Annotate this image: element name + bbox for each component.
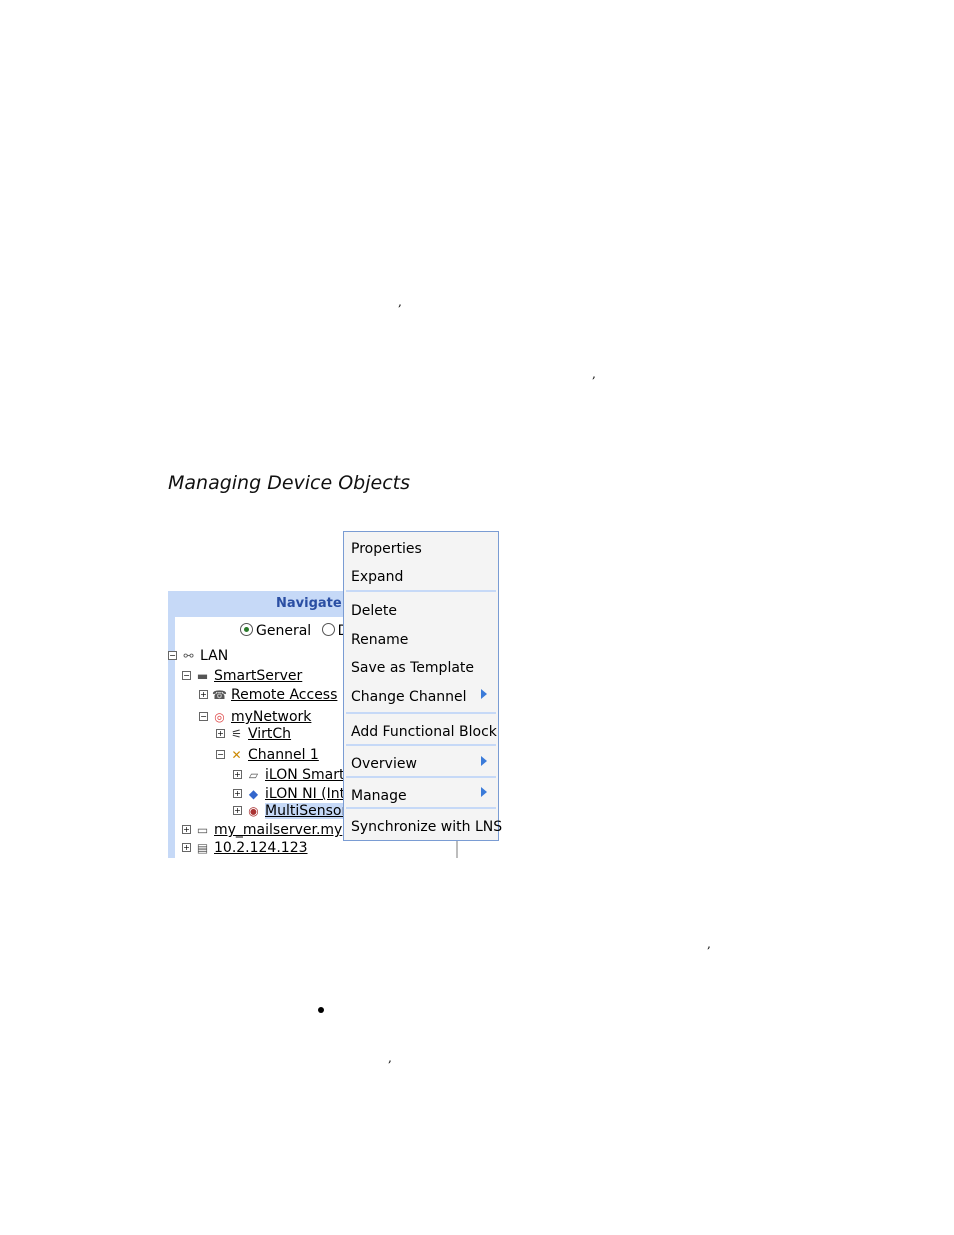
tree-node-label[interactable]: Channel 1	[248, 747, 319, 763]
tree-node-smartserver[interactable]: − ▬ SmartServer	[182, 668, 302, 684]
submenu-arrow-icon	[481, 689, 487, 699]
menu-item-rename[interactable]: Rename	[351, 632, 408, 648]
expand-toggle-icon[interactable]: +	[216, 729, 225, 738]
network-interface-icon: ◆	[248, 787, 259, 801]
radio-general-label[interactable]: General	[256, 623, 311, 639]
radio-general[interactable]	[240, 623, 253, 636]
tree-node-mailserver[interactable]: + ▭ my_mailserver.my	[182, 822, 342, 838]
menu-item-manage[interactable]: Manage	[351, 788, 407, 804]
expand-toggle-icon[interactable]: +	[182, 843, 191, 852]
menu-item-save-as-template[interactable]: Save as Template	[351, 660, 474, 676]
channel-icon: ✕	[231, 748, 242, 762]
computer-icon: ▭	[196, 823, 209, 837]
submenu-arrow-icon	[481, 787, 487, 797]
tree-node-label[interactable]: Remote Access	[231, 687, 337, 703]
tree-node-ilon-smart[interactable]: + ▱ iLON Smart	[233, 767, 344, 783]
tree-node-lan[interactable]: − ⚯ LAN	[168, 648, 228, 664]
tree-node-ilon-ni[interactable]: + ◆ iLON NI (Int	[233, 786, 345, 802]
tree-node-label[interactable]: my_mailserver.my	[214, 822, 342, 838]
tree-node-multisensor[interactable]: + ◉ MultiSensor	[233, 803, 348, 819]
comma-mark: ,	[592, 367, 596, 381]
comma-mark: ,	[388, 1051, 392, 1065]
ilon-device-icon: ▱	[248, 768, 259, 782]
tree-node-ip-address[interactable]: + ▤ 10.2.124.123	[182, 840, 308, 856]
collapse-toggle-icon[interactable]: −	[199, 712, 208, 721]
lan-icon: ⚯	[183, 649, 194, 663]
bullet-point	[318, 1007, 324, 1013]
tree-node-label[interactable]: iLON NI (Int	[265, 786, 345, 802]
server-icon: ▤	[196, 841, 209, 855]
virtual-channel-icon: ⚟	[231, 727, 242, 741]
tree-node-label[interactable]: SmartServer	[214, 668, 302, 684]
menu-separator	[346, 776, 496, 778]
tree-node-label-selected[interactable]: MultiSensor	[265, 803, 348, 819]
menu-separator	[346, 590, 496, 592]
view-mode-radios: General D	[240, 623, 348, 639]
tree-node-label[interactable]: VirtCh	[248, 726, 291, 742]
tree-node-remote-access[interactable]: + ☎ Remote Access	[199, 687, 337, 703]
server-icon: ▬	[196, 669, 209, 683]
context-menu: Properties Expand Delete Rename Save as …	[343, 531, 502, 841]
submenu-arrow-icon	[481, 756, 487, 766]
comma-mark: ,	[398, 295, 402, 309]
expand-toggle-icon[interactable]: +	[233, 770, 242, 779]
tree-node-label[interactable]: iLON Smart	[265, 767, 344, 783]
radio-other[interactable]	[321, 623, 335, 636]
expand-toggle-icon[interactable]: +	[233, 789, 242, 798]
menu-item-change-channel[interactable]: Change Channel	[351, 689, 467, 705]
menu-item-expand[interactable]: Expand	[351, 569, 403, 585]
collapse-toggle-icon[interactable]: −	[182, 671, 191, 680]
panel-title: Navigate	[276, 596, 342, 611]
tree-node-label[interactable]: myNetwork	[231, 709, 311, 725]
comma-mark: ,	[707, 937, 711, 951]
menu-item-properties[interactable]: Properties	[351, 541, 422, 557]
collapse-toggle-icon[interactable]: −	[168, 651, 177, 660]
menu-separator	[346, 712, 496, 714]
network-icon: ◎	[214, 710, 225, 724]
menu-item-synchronize-with-lns[interactable]: Synchronize with LNS	[351, 819, 502, 835]
menu-separator	[346, 744, 496, 746]
menu-item-delete[interactable]: Delete	[351, 603, 397, 619]
expand-toggle-icon[interactable]: +	[182, 825, 191, 834]
menu-item-add-functional-block[interactable]: Add Functional Block	[351, 724, 497, 740]
tree-node-label[interactable]: 10.2.124.123	[214, 840, 308, 856]
phone-icon: ☎	[212, 688, 227, 702]
expand-toggle-icon[interactable]: +	[199, 690, 208, 699]
tree-node-virtch[interactable]: + ⚟ VirtCh	[216, 726, 291, 742]
expand-toggle-icon[interactable]: +	[233, 806, 242, 815]
menu-item-overview[interactable]: Overview	[351, 756, 417, 772]
sensor-icon: ◉	[248, 804, 259, 818]
tree-node-channel-1[interactable]: − ✕ Channel 1	[216, 747, 319, 763]
section-heading: Managing Device Objects	[168, 472, 410, 494]
tree-node-mynetwork[interactable]: − ◎ myNetwork	[199, 709, 311, 725]
collapse-toggle-icon[interactable]: −	[216, 750, 225, 759]
tree-node-label[interactable]: LAN	[200, 648, 228, 664]
menu-separator	[346, 807, 496, 809]
